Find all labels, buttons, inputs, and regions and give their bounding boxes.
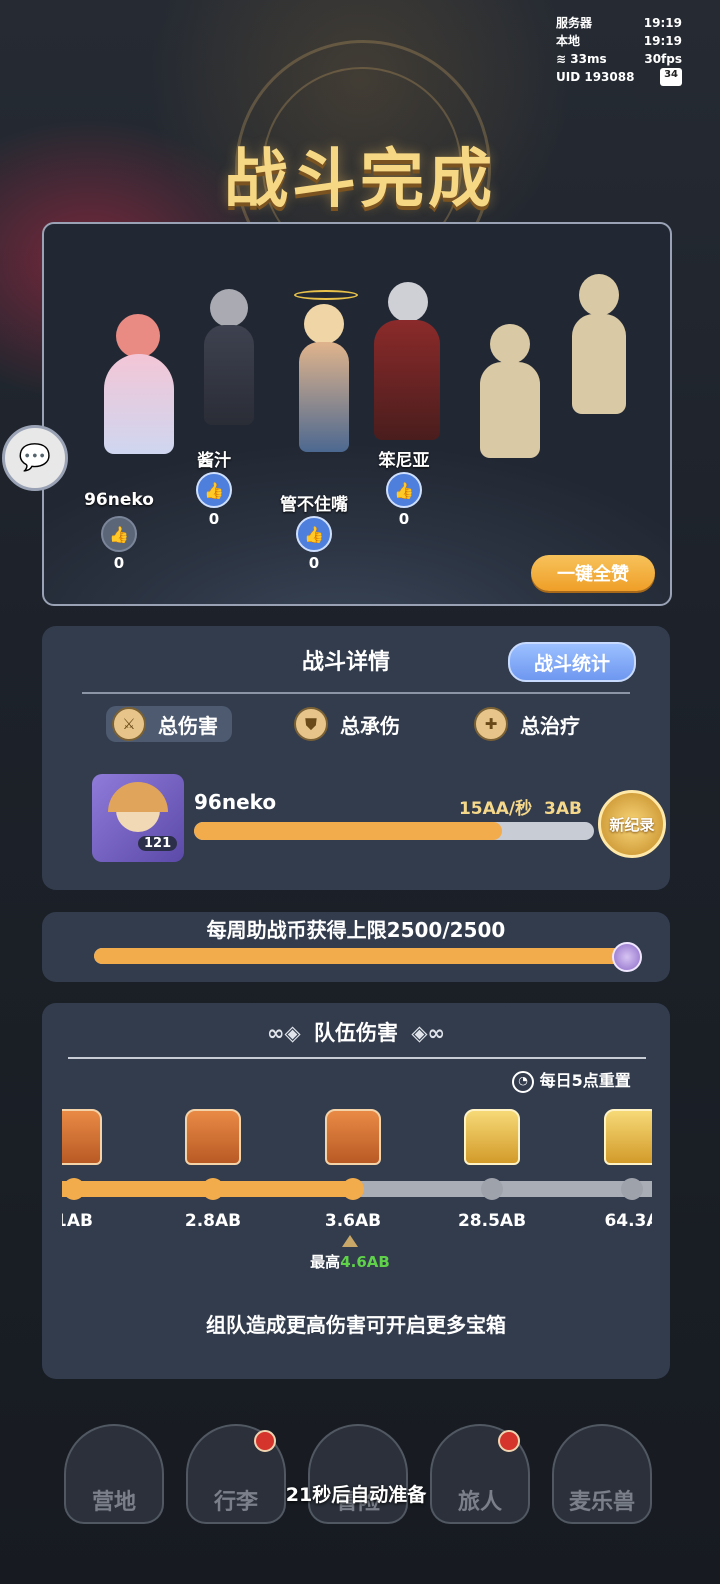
level-badge: 121 [138, 836, 178, 851]
server-label: 服务器 [556, 16, 593, 30]
tab-label: 总治疗 [520, 713, 580, 738]
party-member-name: 管不住嘴 [280, 495, 348, 515]
team-damage-panel: ∞◈ 队伍伤害 ◈∞ ◔ 每日5点重置 1AB 2.8AB 3.6AB 28.5… [42, 1003, 670, 1379]
player-damage-stats: 15AA/秒 3AB [432, 794, 582, 819]
dps-value: 15AA/秒 [458, 799, 533, 819]
heal-icon: ✚ [474, 707, 508, 741]
ping-value: 33ms [570, 52, 607, 66]
weekly-coin-bar [94, 948, 638, 964]
chat-button[interactable]: 💬 [2, 425, 68, 491]
tab-total-damage-taken[interactable]: ⛊ 总承伤 [294, 706, 400, 742]
character-jiangzhi [194, 289, 264, 429]
total-damage-value: 3AB [544, 799, 582, 819]
damage-progress-bar [194, 822, 594, 840]
character-benniya [362, 274, 452, 444]
auto-ready-countdown: 21秒后自动准备 [285, 1484, 427, 1506]
status-overlay: 服务器 19:19 本地 19:19 ≋ 33ms 30fps UID 193088 3… [556, 14, 682, 86]
empty-slot-silhouette [564, 274, 634, 419]
avatar[interactable]: 121 [92, 774, 184, 862]
like-button[interactable]: 👍 [296, 516, 332, 552]
milestone-label: 64.3A [604, 1211, 652, 1231]
divider [82, 692, 630, 694]
milestone-label: 2.8AB [184, 1211, 242, 1231]
thumbs-up-icon: 👍 [204, 480, 224, 500]
battle-stats-button[interactable]: 战斗统计 [508, 642, 636, 682]
notification-dot [498, 1430, 520, 1452]
milestone-node [342, 1178, 364, 1200]
like-button[interactable]: 👍 [386, 472, 422, 508]
thumbs-up-icon: 👍 [109, 524, 129, 544]
copper-chest-icon[interactable] [325, 1109, 381, 1165]
thumbs-up-icon: 👍 [394, 480, 414, 500]
weekly-coin-panel: 每周助战币获得上限2500/2500 [42, 912, 670, 982]
nav-item-adventure[interactable]: 冒险 [308, 1424, 408, 1524]
team-damage-hint: 组队造成更高伤害可开启更多宝箱 [206, 1313, 506, 1337]
notification-dot [254, 1430, 276, 1452]
best-record: 最高4.6AB [310, 1251, 390, 1272]
tab-label: 总伤害 [158, 713, 218, 738]
local-time: 19:19 [643, 34, 682, 48]
empty-slot-silhouette [470, 324, 550, 464]
like-count: 0 [208, 510, 220, 528]
like-count: 0 [113, 554, 125, 572]
battle-details-title: 战斗详情 [302, 650, 391, 675]
tab-label: 总承伤 [340, 713, 400, 738]
like-count: 0 [398, 510, 410, 528]
shield-icon: ⛊ [294, 707, 328, 741]
gold-chest-icon[interactable] [604, 1109, 652, 1165]
uid-value: 193088 [584, 70, 635, 84]
gold-chest-icon[interactable] [464, 1109, 520, 1165]
milestone-label: 28.5AB [457, 1211, 527, 1231]
server-time: 19:19 [643, 16, 682, 30]
uid-label: UID [556, 70, 581, 84]
best-label: 最高 [310, 1253, 341, 1271]
milestone-label: 1AB [62, 1211, 93, 1231]
best-value: 4.6AB [340, 1253, 390, 1271]
character-96neko [94, 304, 184, 454]
copper-chest-icon[interactable] [185, 1109, 241, 1165]
tab-total-damage[interactable]: ⚔ 总伤害 [106, 706, 232, 742]
milestone-label: 3.6AB [324, 1211, 382, 1231]
best-marker-icon [342, 1235, 358, 1247]
battery-icon: 34 [660, 68, 682, 86]
sword-icon: ⚔ [112, 707, 146, 741]
like-button[interactable]: 👍 [101, 516, 137, 552]
thumbs-up-icon: 👍 [304, 524, 324, 544]
like-count: 0 [308, 554, 320, 572]
battle-details-panel: 战斗详情 战斗统计 ⚔ 总伤害 ⛊ 总承伤 ✚ 总治疗 121 96neko 1… [42, 626, 670, 890]
battery-level: 34 [664, 69, 678, 80]
copper-chest-icon[interactable] [62, 1109, 102, 1165]
milestone-node [621, 1178, 643, 1200]
avatar-hair [108, 782, 168, 812]
local-label: 本地 [556, 34, 581, 48]
wifi-icon: ≋ [556, 52, 567, 66]
player-name: 96neko [194, 790, 277, 814]
nav-item-pets[interactable]: 麦乐兽 [552, 1424, 652, 1524]
milestone-node [63, 1178, 85, 1200]
battle-complete-title: 战斗完成 [224, 143, 496, 217]
nav-item-luggage[interactable]: 行李 [186, 1424, 286, 1524]
party-member-name: 96neko [84, 490, 154, 510]
tab-total-healing[interactable]: ✚ 总治疗 [474, 706, 580, 742]
like-all-button[interactable]: 一键全赞 [531, 555, 655, 591]
new-record-badge: 新纪录 [598, 790, 666, 858]
nav-item-camp[interactable]: 营地 [64, 1424, 164, 1524]
party-member-name: 酱汁 [197, 451, 231, 471]
character-guanbuzhuzui [284, 284, 364, 454]
like-button[interactable]: 👍 [196, 472, 232, 508]
fps-value: 30fps [644, 52, 682, 66]
chat-bubble-icon: 💬 [18, 443, 52, 473]
coin-icon [612, 942, 642, 972]
party-stage: 96neko 👍 0 酱汁 👍 0 管不住嘴 👍 0 笨尼亚 👍 0 一键全赞 [42, 222, 672, 606]
weekly-coin-fill [94, 948, 638, 964]
milestone-node [202, 1178, 224, 1200]
party-member-name: 笨尼亚 [378, 451, 430, 471]
milestone-node [481, 1178, 503, 1200]
nav-item-travelers[interactable]: 旅人 [430, 1424, 530, 1524]
damage-progress-fill [194, 822, 502, 840]
weekly-coin-label: 每周助战币获得上限2500/2500 [206, 918, 506, 942]
bottom-nav: 营地 行李 冒险 旅人 麦乐兽 21秒后自动准备 [0, 1418, 720, 1584]
